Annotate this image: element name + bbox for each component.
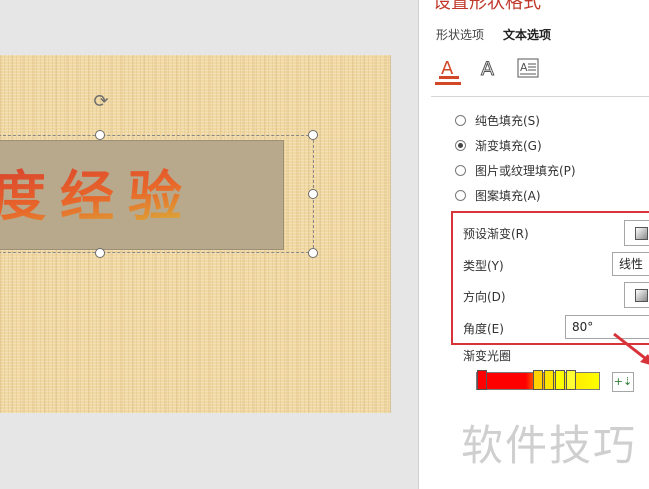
resize-handle-top[interactable] [95, 130, 105, 140]
radio-label: 纯色填充(S) [475, 113, 540, 128]
gradient-stop[interactable] [566, 370, 576, 390]
text-outline-icon[interactable]: A [477, 56, 501, 81]
watermark-text: 软件技巧 [461, 421, 638, 470]
preset-gradient-button[interactable] [624, 220, 649, 246]
text-fill-icon[interactable]: A [437, 56, 461, 80]
direction-button[interactable] [624, 282, 649, 308]
tab-text-options[interactable]: 文本选项 [503, 26, 551, 43]
radio-button[interactable] [455, 164, 466, 176]
radio-label: 渐变填充(G) [475, 138, 542, 153]
gradient-stop[interactable] [555, 370, 565, 390]
angle-label: 角度(E) [463, 322, 504, 336]
svg-text:A: A [520, 61, 528, 74]
radio-label: 图案填充(A) [475, 188, 541, 203]
gradient-stop[interactable] [477, 370, 487, 390]
selection-frame [0, 135, 314, 253]
tab-shape-options[interactable]: 形状选项 [436, 26, 484, 43]
gradient-stops-label: 渐变光圈 [463, 349, 512, 363]
category-selected-underline [435, 82, 461, 85]
slide-canvas-area: 度经验 ⟳ [0, 0, 418, 489]
radio-picture-fill[interactable]: 图片或纹理填充(P) [455, 161, 576, 179]
resize-handle-bottom[interactable] [95, 248, 105, 258]
resize-handle-right[interactable] [308, 189, 318, 199]
gradient-stop[interactable] [544, 370, 554, 390]
add-gradient-stop-icon[interactable]: +⇣ [612, 372, 634, 392]
radio-label: 图片或纹理填充(P) [475, 163, 576, 178]
pane-title: 设置形状格式 [433, 0, 541, 13]
gradient-swatch-icon [635, 289, 648, 302]
radio-button[interactable] [455, 189, 466, 201]
radio-button[interactable] [455, 114, 466, 126]
type-dropdown[interactable]: 线性 [612, 252, 649, 276]
radio-solid-fill[interactable]: 纯色填充(S) [455, 111, 540, 129]
pane-divider [431, 96, 649, 97]
resize-handle-bottom-right[interactable] [308, 248, 318, 258]
svg-text:A: A [441, 58, 454, 79]
resize-handle-top-right[interactable] [308, 130, 318, 140]
pointer-arrow-icon [613, 332, 649, 365]
rotate-handle-icon[interactable]: ⟳ [91, 92, 111, 112]
preset-gradient-label: 预设渐变(R) [463, 227, 529, 241]
radio-button-checked[interactable] [455, 139, 466, 151]
radio-gradient-fill[interactable]: 渐变填充(G) [455, 136, 542, 154]
direction-label: 方向(D) [463, 290, 506, 304]
type-label: 类型(Y) [463, 259, 504, 273]
radio-pattern-fill[interactable]: 图案填充(A) [455, 186, 541, 204]
gradient-stop[interactable] [533, 370, 543, 390]
svg-text:A: A [481, 58, 494, 80]
gradient-swatch-icon [635, 227, 648, 240]
text-box-icon[interactable]: A [516, 56, 540, 80]
